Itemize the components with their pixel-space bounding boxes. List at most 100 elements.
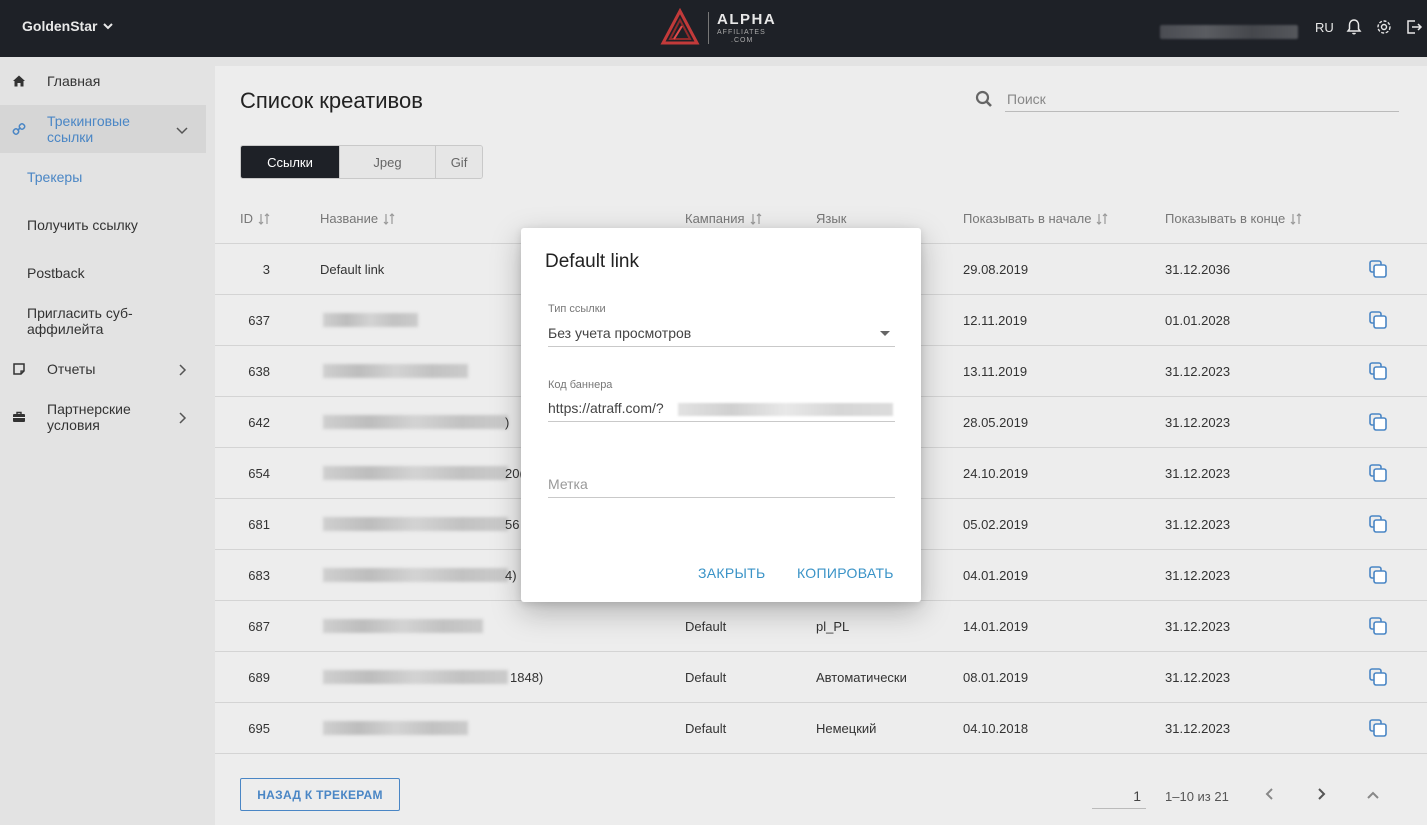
tag-placeholder: Метка [548, 476, 588, 492]
column-header-label: ID [240, 211, 253, 226]
copy-icon[interactable] [1368, 259, 1388, 279]
cell-start: 29.08.2019 [963, 262, 1029, 277]
banner-code-value: https://atraff.com/? [548, 400, 664, 416]
cell-name-blurred [323, 619, 483, 633]
sidebar-item-label: Трекинговые ссылки [47, 113, 130, 145]
table-bottom-border [215, 753, 1427, 754]
cell-end: 31.12.2036 [1165, 262, 1231, 277]
brand-name: GoldenStar [22, 18, 98, 34]
cell-start: 28.05.2019 [963, 415, 1029, 430]
page-number-input[interactable]: 1 [1092, 788, 1146, 809]
top-bar: GoldenStar ALPHA AFFILIATES .COM RU [0, 0, 1427, 57]
search-icon [975, 90, 993, 108]
sidebar-item-label: Отчеты [47, 361, 96, 377]
brand-switcher[interactable]: GoldenStar [22, 18, 114, 34]
column-header-show-start[interactable]: Показывать в начале [963, 211, 1108, 226]
copy-icon[interactable] [1368, 565, 1388, 585]
sidebar-item-partner-terms[interactable]: Партнерские условия [0, 401, 206, 433]
cell-name-fragment: ) [505, 415, 510, 430]
table-row: 695 Default Немецкий 04.10.2018 31.12.2023 [215, 702, 1427, 753]
cell-id: 689 [248, 670, 270, 685]
table-row: 687 Default pl_PL 14.01.2019 31.12.2023 [215, 600, 1427, 651]
tab-links[interactable]: Ссылки [241, 146, 339, 178]
copy-icon[interactable] [1368, 412, 1388, 432]
table-row: 689 1848) Default Автоматически 08.01.2019 31… [215, 651, 1427, 702]
banner-code-label: Код баннера [548, 379, 613, 391]
copy-icon[interactable] [1368, 514, 1388, 534]
column-header-label: Кампания [685, 211, 745, 226]
cell-name-fragment: 4) [505, 568, 517, 583]
cell-name-fragment: 56 [505, 517, 520, 532]
cell-name-blurred [323, 517, 508, 531]
sidebar-item-home[interactable]: Главная [0, 73, 206, 89]
sort-icon [750, 212, 761, 225]
sidebar-subitem-trackers[interactable]: Трекеры [27, 169, 82, 185]
cell-name-blurred [323, 670, 508, 684]
prev-page-icon[interactable] [1262, 786, 1278, 802]
creative-type-tabs: Ссылки Jpeg Gif [240, 145, 483, 179]
cell-id: 642 [248, 415, 270, 430]
link-type-select[interactable]: Без учета просмотров [548, 325, 895, 347]
cell-start: 13.11.2019 [963, 364, 1028, 379]
cell-start: 04.10.2018 [963, 721, 1029, 736]
banner-code-field[interactable]: https://atraff.com/? [548, 400, 895, 422]
sidebar-item-reports[interactable]: Отчеты [0, 361, 206, 377]
language-switcher[interactable]: RU [1315, 20, 1334, 35]
copy-icon[interactable] [1368, 616, 1388, 636]
page-range: 1–10 из 21 [1165, 789, 1229, 804]
search-input[interactable] [1005, 86, 1399, 112]
close-button[interactable]: ЗАКРЫТЬ [698, 565, 766, 581]
cell-end: 31.12.2023 [1165, 364, 1231, 379]
sidebar-subitem-get-link[interactable]: Получить ссылку [27, 217, 138, 233]
bell-icon[interactable] [1345, 18, 1363, 36]
copy-icon[interactable] [1368, 361, 1388, 381]
cell-end: 31.12.2023 [1165, 619, 1231, 634]
briefcase-icon [12, 410, 26, 424]
copy-button[interactable]: КОПИРОВАТЬ [797, 565, 894, 581]
link-type-value: Без учета просмотров [548, 325, 692, 341]
next-page-icon[interactable] [1313, 786, 1329, 802]
sort-icon [1097, 212, 1108, 225]
cell-start: 08.01.2019 [963, 670, 1029, 685]
cell-end: 31.12.2023 [1165, 415, 1231, 430]
cell-start: 04.01.2019 [963, 568, 1029, 583]
link-icon [12, 122, 26, 136]
sidebar-item-tracking-links[interactable]: Трекинговые ссылки [0, 105, 206, 153]
cell-id: 638 [248, 364, 270, 379]
column-header-label: Показывать в начале [963, 211, 1092, 226]
copy-icon[interactable] [1368, 718, 1388, 738]
column-header-name[interactable]: Название [320, 211, 395, 226]
cell-name-blurred [323, 568, 508, 582]
copy-icon[interactable] [1368, 667, 1388, 687]
copy-icon[interactable] [1368, 463, 1388, 483]
cell-id: 654 [248, 466, 270, 481]
cell-start: 05.02.2019 [963, 517, 1029, 532]
link-type-label: Тип ссылки [548, 303, 606, 315]
cell-campaign: Default [685, 619, 727, 634]
logo-title: ALPHA [717, 11, 777, 28]
cell-lang: pl_PL [816, 619, 850, 634]
tag-field[interactable]: Метка [548, 476, 895, 498]
cell-campaign: Default [685, 721, 727, 736]
tab-jpeg[interactable]: Jpeg [339, 146, 435, 178]
cell-end: 31.12.2023 [1165, 466, 1231, 481]
gear-icon[interactable] [1375, 18, 1393, 36]
cell-id: 681 [248, 517, 270, 532]
back-to-trackers-button[interactable]: НАЗАД К ТРЕКЕРАМ [240, 778, 400, 811]
copy-icon[interactable] [1368, 310, 1388, 330]
scroll-top-icon[interactable] [1365, 788, 1381, 804]
chevron-right-icon [176, 363, 188, 376]
cell-name-blurred [323, 466, 508, 480]
column-header-show-end[interactable]: Показывать в конце [1165, 211, 1302, 226]
column-header-campaign[interactable]: Кампания [685, 211, 762, 226]
sidebar-subitem-invite-sub-affiliate[interactable]: Пригласить суб-аффилейта [27, 305, 147, 337]
column-header-id[interactable]: ID [240, 211, 270, 226]
logout-icon[interactable] [1405, 18, 1423, 36]
cell-end: 31.12.2023 [1165, 568, 1231, 583]
cell-name: 1848) [510, 670, 544, 685]
cell-name-blurred [323, 415, 508, 429]
dropdown-arrow-icon [880, 331, 890, 336]
tab-gif[interactable]: Gif [435, 146, 482, 178]
sidebar-subitem-postback[interactable]: Postback [27, 265, 85, 281]
column-header-label: Язык [816, 211, 847, 226]
